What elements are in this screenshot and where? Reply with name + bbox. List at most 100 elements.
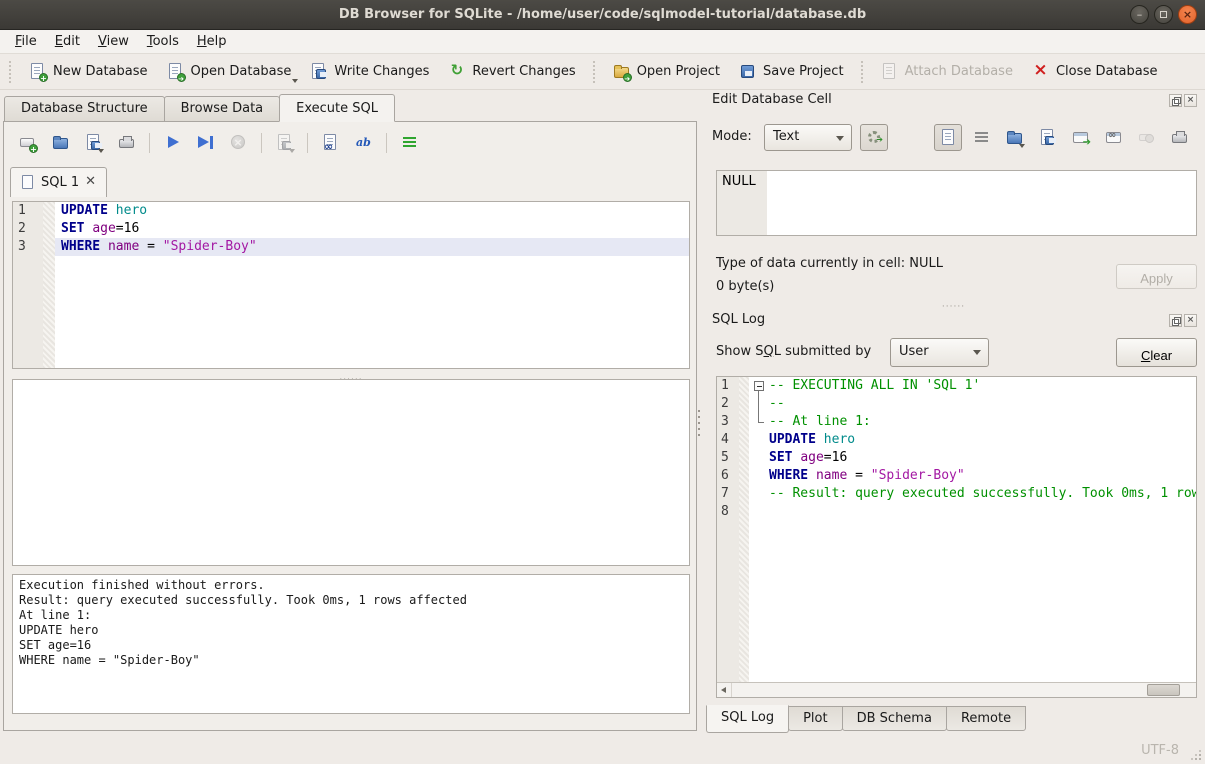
- format-sql-button[interactable]: [398, 131, 422, 155]
- code-line: 8: [717, 503, 1196, 521]
- close-dock-icon[interactable]: [1184, 314, 1197, 327]
- close-button[interactable]: ×: [1178, 5, 1197, 24]
- toolbar-separator: [307, 133, 309, 153]
- statusbar: UTF-8: [0, 735, 1205, 764]
- encoding-indicator[interactable]: UTF-8: [1141, 743, 1179, 758]
- execution-message-panel: Execution finished without errors. Resul…: [12, 574, 690, 714]
- tab-plot[interactable]: Plot: [788, 706, 843, 731]
- execute-current-line-button[interactable]: [194, 131, 218, 155]
- open-database-dropdown-arrow[interactable]: [292, 79, 298, 83]
- main-toolbar: New Database Open Database Write Changes…: [0, 54, 1205, 90]
- scrollbar-thumb[interactable]: [1147, 684, 1180, 696]
- splitter-handle[interactable]: [702, 298, 1205, 306]
- submitted-by-select[interactable]: User: [890, 338, 989, 367]
- fold-margin: [753, 431, 769, 449]
- float-dock-icon[interactable]: [1169, 94, 1182, 107]
- new-sql-tab-button[interactable]: [16, 131, 40, 155]
- find-button[interactable]: [319, 131, 343, 155]
- tab-remote[interactable]: Remote: [946, 706, 1026, 731]
- fold-marker[interactable]: [753, 395, 769, 413]
- scroll-left-arrow-icon[interactable]: [717, 683, 732, 697]
- text-mode-button[interactable]: [934, 124, 962, 151]
- cell-editor-toolbar: Mode: Text: [702, 124, 1205, 152]
- code-line: 5SET age=16: [717, 449, 1196, 467]
- open-project-icon: [612, 62, 631, 81]
- close-database-button[interactable]: Close Database: [1022, 58, 1167, 85]
- sql1-tab-close-icon[interactable]: ✕: [85, 176, 96, 188]
- mode-select[interactable]: Text: [764, 124, 852, 151]
- sql-log-content: 1-- EXECUTING ALL IN 'SQL 1'2--3-- At li…: [717, 377, 1196, 682]
- sql-editor[interactable]: 1UPDATE hero2SET age=163WHERE name = "Sp…: [12, 201, 690, 369]
- tab-sql-log[interactable]: SQL Log: [706, 705, 789, 733]
- maximize-button[interactable]: [1154, 5, 1173, 24]
- open-in-external-button[interactable]: [1066, 124, 1094, 151]
- toolbar-separator: [261, 133, 263, 153]
- sql-log-dock-title: SQL Log: [712, 312, 765, 332]
- apply-button[interactable]: Apply: [1116, 264, 1197, 289]
- find-replace-button[interactable]: [352, 131, 376, 155]
- menu-file[interactable]: File: [6, 30, 46, 53]
- tab-execute-sql[interactable]: Execute SQL: [279, 94, 395, 122]
- revert-changes-button[interactable]: Revert Changes: [438, 58, 584, 85]
- stop-execution-button[interactable]: [227, 131, 251, 155]
- close-dock-icon[interactable]: [1184, 94, 1197, 107]
- resize-grip[interactable]: [1191, 750, 1201, 760]
- new-database-button[interactable]: New Database: [19, 58, 157, 85]
- code-line: 3-- At line 1:: [717, 413, 1196, 431]
- word-wrap-button[interactable]: [967, 124, 995, 151]
- tab-browse-data[interactable]: Browse Data: [164, 96, 281, 122]
- new-database-icon: [28, 62, 47, 81]
- menu-help[interactable]: Help: [188, 30, 236, 53]
- edit-cell-dock-title: Edit Database Cell: [712, 92, 832, 112]
- horizontal-scrollbar[interactable]: [717, 682, 1196, 697]
- fold-margin: [59, 220, 61, 238]
- sql-file-icon: [21, 174, 35, 190]
- float-dock-icon[interactable]: [1169, 314, 1182, 327]
- attach-database-button[interactable]: Attach Database: [871, 58, 1022, 85]
- sql1-tab-label: SQL 1: [41, 175, 79, 190]
- menu-view[interactable]: View: [89, 30, 138, 53]
- sql-toolbar: [10, 128, 422, 158]
- close-database-icon: [1031, 62, 1050, 81]
- toolbar-separator: [593, 61, 595, 83]
- export-cell-data-button[interactable]: [1033, 124, 1061, 151]
- menu-edit[interactable]: Edit: [46, 30, 89, 53]
- open-database-button[interactable]: Open Database: [157, 58, 301, 85]
- clear-log-button[interactable]: Clear: [1116, 338, 1197, 367]
- fold-margin: [753, 467, 769, 485]
- toolbar-separator: [386, 133, 388, 153]
- execute-all-button[interactable]: [161, 131, 185, 155]
- splitter-handle[interactable]: [12, 567, 690, 573]
- print-sql-button[interactable]: [115, 131, 139, 155]
- tab-db-schema[interactable]: DB Schema: [842, 706, 947, 731]
- tab-database-structure[interactable]: Database Structure: [4, 96, 165, 122]
- save-project-button[interactable]: Save Project: [729, 58, 853, 85]
- save-project-icon: [738, 62, 757, 81]
- copy-link-button[interactable]: [1099, 124, 1127, 151]
- code-line: 3WHERE name = "Spider-Boy": [13, 238, 689, 256]
- write-changes-button[interactable]: Write Changes: [300, 58, 438, 85]
- sql1-tab[interactable]: SQL 1 ✕: [10, 167, 107, 197]
- fold-marker[interactable]: [753, 377, 769, 395]
- splitter-handle[interactable]: [12, 371, 690, 377]
- cell-value-editor[interactable]: NULL: [716, 170, 1197, 236]
- toolbar-handle: [9, 61, 14, 83]
- set-null-button[interactable]: [1132, 124, 1160, 151]
- code-line: 6WHERE name = "Spider-Boy": [717, 467, 1196, 485]
- save-results-button[interactable]: [273, 131, 297, 155]
- print-cell-button[interactable]: [1165, 124, 1193, 151]
- sql-log-dock-controls: [1169, 314, 1197, 327]
- save-sql-file-button[interactable]: [82, 131, 106, 155]
- open-project-button[interactable]: Open Project: [603, 58, 729, 85]
- sql-editor-code: 1UPDATE hero2SET age=163WHERE name = "Sp…: [13, 202, 689, 368]
- menu-tools[interactable]: Tools: [138, 30, 188, 53]
- attach-database-icon: [880, 62, 899, 81]
- open-sql-file-button[interactable]: [49, 131, 73, 155]
- auto-apply-button[interactable]: [860, 124, 888, 151]
- fold-margin: [753, 485, 769, 503]
- import-cell-data-button[interactable]: [1000, 124, 1028, 151]
- minimize-button[interactable]: –: [1130, 5, 1149, 24]
- fold-marker[interactable]: [753, 413, 769, 431]
- menubar: File Edit View Tools Help: [0, 30, 1205, 54]
- fold-margin: [59, 238, 61, 256]
